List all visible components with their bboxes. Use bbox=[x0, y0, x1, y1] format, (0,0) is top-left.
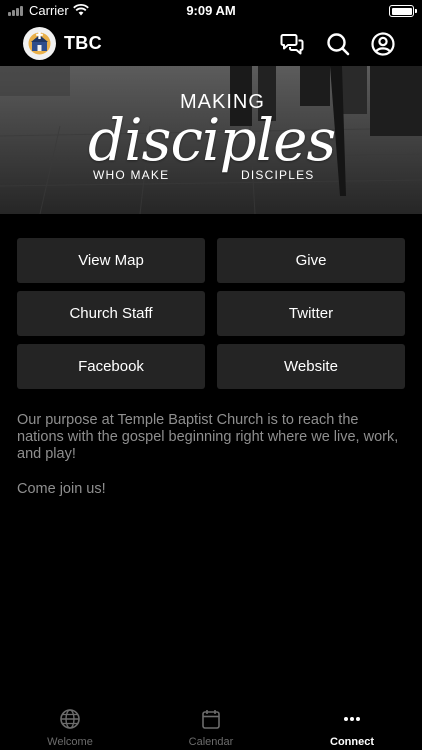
closing-text: Come join us! bbox=[17, 481, 106, 497]
globe-icon bbox=[60, 709, 80, 729]
status-bar: Carrier 9:09 AM bbox=[0, 0, 422, 22]
tab-calendar-label: Calendar bbox=[188, 736, 234, 748]
calendar-icon bbox=[202, 710, 220, 729]
church-staff-button[interactable]: Church Staff bbox=[17, 291, 205, 336]
hero-banner: MAKING disciples WHO MAKE DISCIPLES bbox=[0, 66, 422, 214]
banner-line-disciples: disciples bbox=[88, 106, 336, 174]
app-title: TBC bbox=[64, 33, 102, 53]
banner-line-who-make: WHO MAKE bbox=[93, 168, 170, 182]
tab-connect-label: Connect bbox=[330, 736, 374, 748]
tab-bar: Welcome Calendar Connect bbox=[0, 700, 422, 750]
tab-welcome[interactable]: Welcome bbox=[0, 700, 140, 750]
tab-connect[interactable]: Connect bbox=[282, 700, 422, 750]
battery-icon bbox=[389, 5, 417, 17]
twitter-button[interactable]: Twitter bbox=[217, 291, 405, 336]
nav-bar: TBC bbox=[0, 22, 422, 66]
more-icon bbox=[344, 717, 360, 721]
tab-welcome-label: Welcome bbox=[47, 736, 93, 748]
account-icon[interactable] bbox=[370, 31, 396, 57]
purpose-text: Our purpose at Temple Baptist Church is … bbox=[17, 412, 399, 462]
facebook-button[interactable]: Facebook bbox=[17, 344, 205, 389]
banner-line-disciples-sub: DISCIPLES bbox=[241, 168, 315, 182]
church-logo[interactable] bbox=[23, 27, 56, 60]
website-button[interactable]: Website bbox=[217, 344, 405, 389]
view-map-button[interactable]: View Map bbox=[17, 238, 205, 283]
status-time: 9:09 AM bbox=[186, 3, 236, 18]
give-button[interactable]: Give bbox=[217, 238, 405, 283]
tab-calendar[interactable]: Calendar bbox=[141, 700, 281, 750]
chat-icon[interactable] bbox=[280, 31, 306, 57]
search-icon[interactable] bbox=[325, 31, 351, 57]
